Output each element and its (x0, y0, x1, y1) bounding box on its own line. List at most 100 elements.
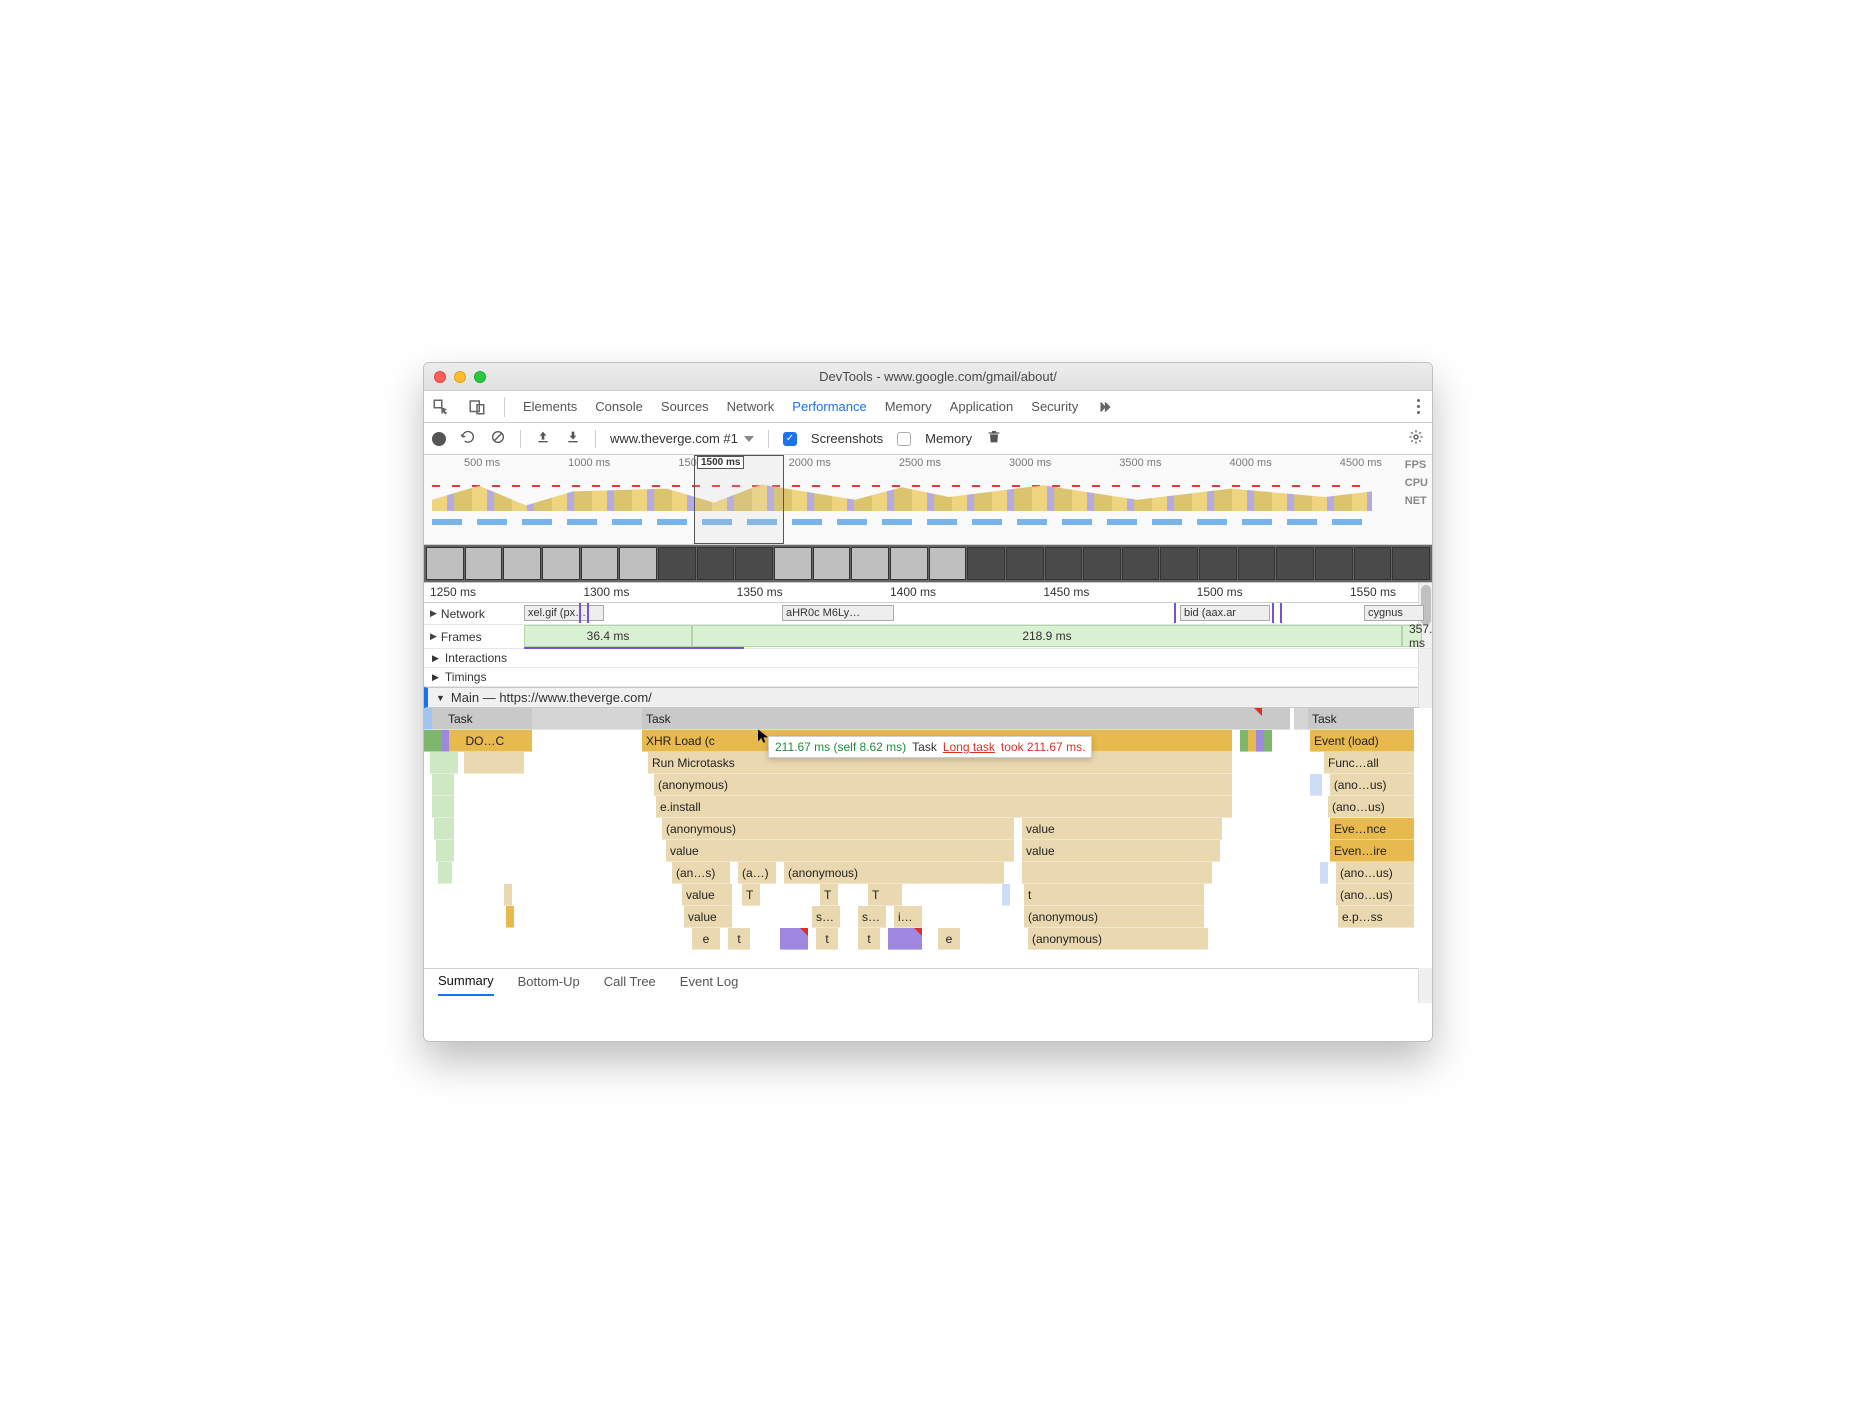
tab-performance[interactable]: Performance (792, 399, 866, 414)
flame-node[interactable]: s… (812, 906, 840, 928)
screenshot-thumb[interactable] (967, 547, 1005, 580)
interactions-track[interactable]: ▶Interactions (424, 649, 1432, 668)
flame-node[interactable] (1022, 862, 1212, 884)
flame-node[interactable]: t (858, 928, 880, 950)
frame[interactable]: 36.4 ms (524, 625, 692, 647)
tab-network[interactable]: Network (727, 399, 775, 414)
screenshot-thumb[interactable] (929, 547, 967, 580)
screenshot-thumb[interactable] (1276, 547, 1314, 580)
tab-application[interactable]: Application (950, 399, 1014, 414)
flame-node[interactable]: T (868, 884, 902, 906)
flame-node[interactable]: t (1024, 884, 1204, 906)
memory-checkbox[interactable] (897, 432, 911, 446)
frame[interactable]: 357.4 ms (1402, 625, 1422, 647)
flame-node[interactable]: (ano…us) (1328, 796, 1414, 818)
trash-icon[interactable] (986, 429, 1002, 448)
flame-node[interactable]: e (938, 928, 960, 950)
flame-node[interactable]: value (682, 884, 732, 906)
screenshot-thumb[interactable] (1122, 547, 1160, 580)
frame[interactable]: 218.9 ms (692, 625, 1402, 647)
flame-node[interactable]: (ano…us) (1336, 862, 1414, 884)
screenshot-thumb[interactable] (503, 547, 541, 580)
screenshot-thumb[interactable] (697, 547, 735, 580)
screenshot-thumb[interactable] (1045, 547, 1083, 580)
chevron-right-icon[interactable]: ▶ (430, 631, 437, 642)
flame-chart[interactable]: Task DO…C Task (424, 708, 1432, 968)
tab-security[interactable]: Security (1031, 399, 1078, 414)
screenshot-thumb[interactable] (735, 547, 773, 580)
inspect-icon[interactable] (432, 398, 450, 416)
tab-console[interactable]: Console (595, 399, 643, 414)
screenshot-thumb[interactable] (1083, 547, 1121, 580)
screenshot-thumb[interactable] (1006, 547, 1044, 580)
record-button[interactable] (432, 432, 446, 446)
chevron-right-icon[interactable]: ▶ (430, 608, 437, 619)
flame-node[interactable]: value (684, 906, 732, 928)
flame-node[interactable]: Event (load) (1310, 730, 1414, 752)
screenshot-thumb[interactable] (1160, 547, 1198, 580)
screenshot-thumb[interactable] (542, 547, 580, 580)
screenshots-filmstrip[interactable] (424, 545, 1432, 583)
flame-node[interactable]: (an…s) (672, 862, 730, 884)
screenshot-thumb[interactable] (1238, 547, 1276, 580)
flame-node[interactable]: value (1022, 840, 1220, 862)
flame-node[interactable]: e.p…ss (1338, 906, 1414, 928)
flame-node[interactable]: DO…C (457, 730, 532, 752)
tab-memory[interactable]: Memory (885, 399, 932, 414)
screenshot-thumb[interactable] (1392, 547, 1430, 580)
screenshot-thumb[interactable] (426, 547, 464, 580)
flame-node[interactable]: t (816, 928, 838, 950)
flame-node-task[interactable]: Task (642, 708, 1262, 730)
flame-node[interactable]: t (728, 928, 750, 950)
zoom-icon[interactable] (474, 371, 486, 383)
flame-node[interactable] (780, 928, 808, 950)
screenshot-thumb[interactable] (658, 547, 696, 580)
flame-node[interactable]: e.install (656, 796, 1232, 818)
network-request[interactable]: xel.gif (px… (524, 605, 604, 621)
load-profile-icon[interactable] (535, 429, 551, 448)
overview-selection[interactable]: 1500 ms (694, 455, 784, 544)
main-thread-header[interactable]: ▼ Main — https://www.theverge.com/ (424, 687, 1432, 708)
flame-node[interactable]: (anonymous) (654, 774, 1232, 796)
screenshots-checkbox[interactable]: ✓ (783, 432, 797, 446)
timings-track[interactable]: ▶Timings (424, 668, 1432, 687)
flame-node[interactable]: Eve…nce (1330, 818, 1414, 840)
clear-icon[interactable] (490, 429, 506, 448)
flame-node[interactable] (888, 928, 922, 950)
screenshot-thumb[interactable] (581, 547, 619, 580)
flame-node[interactable]: (anonymous) (1028, 928, 1208, 950)
gear-icon[interactable] (1408, 429, 1424, 448)
screenshot-thumb[interactable] (890, 547, 928, 580)
flame-node[interactable]: T (820, 884, 838, 906)
flame-node[interactable]: Func…all (1324, 752, 1414, 774)
screenshot-thumb[interactable] (1354, 547, 1392, 580)
chevron-down-icon[interactable]: ▼ (436, 693, 445, 703)
flame-node[interactable]: (anonymous) (784, 862, 1004, 884)
tab-elements[interactable]: Elements (523, 399, 577, 414)
frames-track[interactable]: ▶Frames 36.4 ms 218.9 ms 357.4 ms (424, 625, 1432, 649)
network-track[interactable]: ▶Network xel.gif (px… aHR0c M6Ly… bid (a… (424, 603, 1432, 625)
flame-node[interactable]: (anonymous) (1024, 906, 1204, 928)
screenshot-thumb[interactable] (619, 547, 657, 580)
flame-node[interactable]: (anonymous) (662, 818, 1014, 840)
network-request[interactable]: bid (aax.ar (1180, 605, 1270, 621)
bottom-tab-summary[interactable]: Summary (438, 973, 494, 996)
flame-node[interactable]: Even…ire (1330, 840, 1414, 862)
flame-node[interactable]: T (742, 884, 760, 906)
close-icon[interactable] (434, 371, 446, 383)
flame-node[interactable]: Task (432, 708, 532, 730)
flame-node[interactable]: s… (858, 906, 886, 928)
detail-ruler[interactable]: 1250 ms 1300 ms 1350 ms 1400 ms 1450 ms … (424, 583, 1432, 603)
flame-node[interactable]: (a…) (738, 862, 776, 884)
screenshot-thumb[interactable] (774, 547, 812, 580)
kebab-menu-icon[interactable] (1413, 395, 1424, 418)
screenshot-thumb[interactable] (1199, 547, 1237, 580)
chevron-right-icon[interactable]: ▶ (432, 672, 439, 683)
bottom-tab-event-log[interactable]: Event Log (680, 974, 739, 995)
network-request[interactable]: cygnus (1364, 605, 1424, 621)
screenshot-thumb[interactable] (813, 547, 851, 580)
more-tabs-icon[interactable] (1096, 398, 1114, 416)
flame-node[interactable]: value (666, 840, 1014, 862)
minimize-icon[interactable] (454, 371, 466, 383)
network-request[interactable]: aHR0c M6Ly… (782, 605, 894, 621)
